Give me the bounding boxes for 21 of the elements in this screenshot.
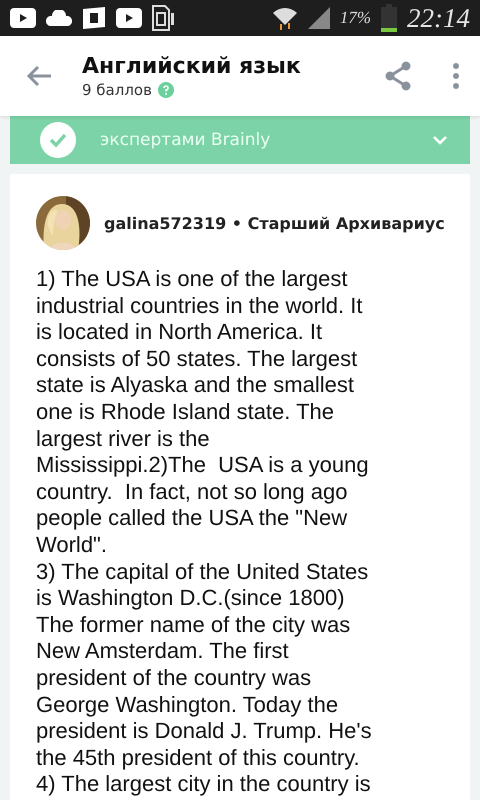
clock: 22:14: [407, 2, 470, 34]
battery-icon: [381, 4, 397, 32]
help-icon[interactable]: [158, 82, 174, 98]
cloud-icon: [46, 10, 72, 26]
author-line: galina572319 • Старший Архивариус: [104, 214, 445, 232]
sim-card-icon: [152, 5, 174, 31]
signal-icon: [308, 7, 330, 29]
share-icon[interactable]: [384, 61, 412, 91]
wifi-icon: [272, 5, 298, 31]
play-icon: [10, 8, 36, 28]
battery-percent: 17%: [340, 8, 371, 28]
chevron-down-icon[interactable]: [432, 135, 448, 145]
banner-text: экспертами Brainly: [100, 130, 272, 150]
back-arrow-icon[interactable]: [26, 65, 52, 87]
play-icon: [116, 8, 142, 28]
check-circle-icon: [40, 122, 76, 158]
subject-title: Английский язык: [82, 54, 302, 78]
answer-text: 1) The USA is one of the largest industrial countries in the world. It is located in North America. It consists of 50 states. The largest state is Alyaska and the smallest one is Rhode Island state. The largest river is the Mississippi.2)The USA is a young country. In fact, not so long ago people called the USA the "New World". 3) The capital of the United States is Washington D.C.(since 1800) The former name of the city was New Amsterdam. The first president of the country was George Washington. Today the president is Donald J. Trump. He's the 45th president of this country. 4) The largest city in the country is: [36, 266, 373, 798]
more-menu-icon[interactable]: [452, 62, 460, 90]
letter-tile-icon: [82, 6, 106, 30]
points-label: 9 баллов: [82, 80, 152, 98]
